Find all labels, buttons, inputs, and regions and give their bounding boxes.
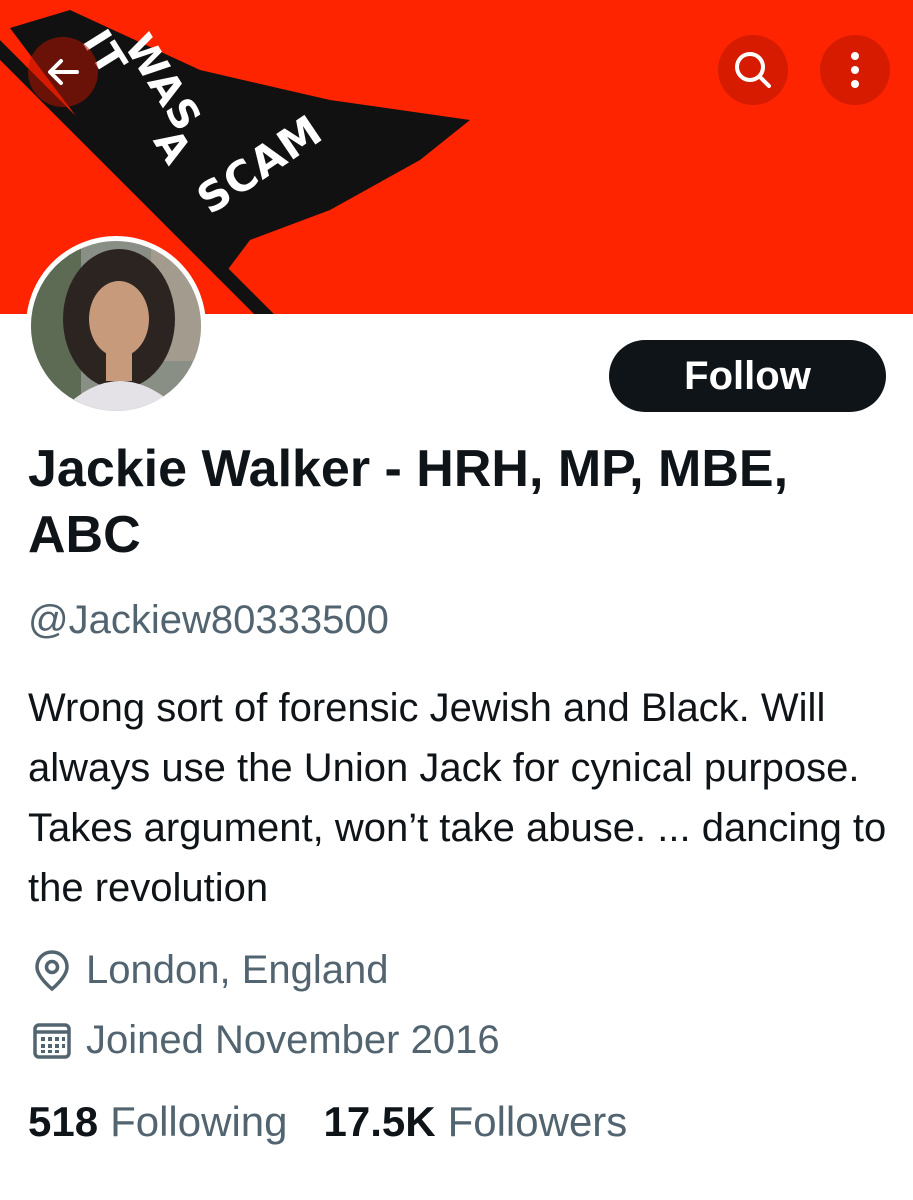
profile-bio: Wrong sort of forensic Jewish and Black.… [28, 686, 887, 910]
joined-row: Joined November 2016 [28, 1016, 500, 1064]
location-text: London, England [86, 947, 389, 992]
following-count: 518 [28, 1098, 99, 1145]
calendar-icon [28, 1016, 76, 1064]
search-button[interactable] [718, 35, 788, 105]
following-link[interactable]: 518 Following [28, 1098, 288, 1146]
back-button[interactable] [28, 37, 98, 107]
more-button[interactable] [820, 35, 890, 105]
followers-count: 17.5K [323, 1098, 436, 1145]
search-icon [735, 52, 771, 88]
followers-label: Followers [447, 1098, 628, 1145]
avatar-photo [31, 241, 201, 411]
more-vertical-icon [851, 52, 859, 88]
arrow-left-icon [48, 59, 79, 85]
location-pin-icon [28, 946, 76, 994]
following-label: Following [110, 1098, 288, 1145]
avatar[interactable] [26, 236, 206, 416]
profile-display-name: Jackie Walker - HRH, MP, MBE, ABC [28, 440, 789, 564]
follow-button[interactable]: Follow [609, 340, 886, 412]
profile-stats: 518 Following 17.5K Followers [28, 1098, 663, 1146]
joined-text: Joined November 2016 [86, 1017, 500, 1062]
location-row: London, England [28, 946, 389, 994]
followers-link[interactable]: 17.5K Followers [324, 1098, 628, 1146]
profile-handle: @Jackiew80333500 [28, 598, 389, 642]
